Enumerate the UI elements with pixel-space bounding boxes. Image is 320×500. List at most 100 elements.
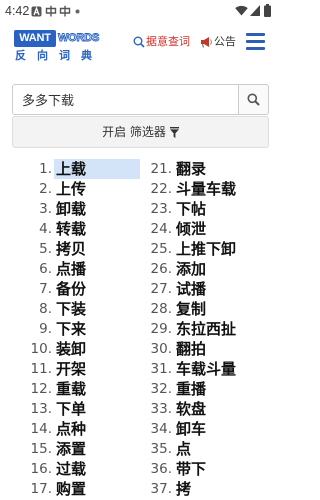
result-word[interactable]: 车载斗量 [174, 359, 271, 379]
notice-link[interactable]: 公告 [200, 35, 236, 49]
result-item[interactable]: 35. 点 [142, 439, 271, 459]
result-item[interactable]: 29. 东拉西扯 [142, 319, 271, 339]
a-icon [31, 6, 42, 17]
result-item[interactable]: 12. 重载 [22, 379, 140, 399]
result-word[interactable]: 添加 [174, 259, 271, 279]
search-input[interactable] [12, 84, 239, 115]
result-item[interactable]: 1. 上载 [22, 159, 140, 179]
result-item[interactable]: 8. 下装 [22, 299, 140, 319]
result-word[interactable]: 过载 [54, 459, 140, 479]
result-word[interactable]: 软盘 [174, 399, 271, 419]
result-word[interactable]: 备份 [54, 279, 140, 299]
search-icon [133, 36, 145, 48]
filter-toggle[interactable]: 开启 筛选器 [12, 116, 269, 148]
result-word[interactable]: 下装 [54, 299, 140, 319]
result-word[interactable]: 重载 [54, 379, 140, 399]
logo-subtitle: 反向词典 [15, 49, 103, 62]
result-item[interactable]: 37. 拷 [142, 479, 271, 499]
result-item[interactable]: 27. 试播 [142, 279, 271, 299]
result-item[interactable]: 25. 上推下卸 [142, 239, 271, 259]
result-item[interactable]: 11. 开架 [22, 359, 140, 379]
result-word[interactable]: 试播 [174, 279, 271, 299]
site-logo[interactable]: WANT WORDS 反向词典 [14, 30, 110, 64]
result-word[interactable]: 拷 [174, 479, 271, 499]
result-item[interactable]: 6. 点播 [22, 259, 140, 279]
result-rank: 25. [150, 241, 172, 257]
result-rank: 9. [39, 321, 52, 337]
result-word[interactable]: 卸载 [54, 199, 140, 219]
result-rank: 3. [39, 201, 52, 217]
result-item[interactable]: 24. 倾泄 [142, 219, 271, 239]
signal-icon [250, 5, 260, 16]
result-word[interactable]: 上推下卸 [174, 239, 271, 259]
result-word[interactable]: 添置 [54, 439, 140, 459]
result-word[interactable]: 下来 [54, 319, 140, 339]
result-rank: 1. [39, 161, 52, 177]
result-item[interactable]: 34. 卸车 [142, 419, 271, 439]
result-item[interactable]: 22. 斗量车载 [142, 179, 271, 199]
result-word[interactable]: 点 [174, 439, 271, 459]
result-word[interactable]: 转载 [54, 219, 140, 239]
status-time: 4:42 [5, 4, 30, 18]
result-word[interactable]: 重播 [174, 379, 271, 399]
result-word[interactable]: 拷贝 [54, 239, 140, 259]
result-word[interactable]: 翻拍 [174, 339, 271, 359]
result-word[interactable]: 带下 [174, 459, 271, 479]
result-word[interactable]: 东拉西扯 [174, 319, 271, 339]
result-word[interactable]: 购置 [54, 479, 140, 499]
result-word[interactable]: 倾泄 [174, 219, 271, 239]
result-item[interactable]: 4. 转载 [22, 219, 140, 239]
result-word[interactable]: 上载 [54, 159, 140, 179]
result-word[interactable]: 斗量车载 [174, 179, 271, 199]
result-rank: 26. [150, 261, 172, 277]
result-item[interactable]: 13. 下单 [22, 399, 140, 419]
result-item[interactable]: 16. 过载 [22, 459, 140, 479]
result-word[interactable]: 复制 [174, 299, 271, 319]
site-header: WANT WORDS 反向词典 据意查词 公告 [0, 24, 281, 70]
result-word[interactable]: 装卸 [54, 339, 140, 359]
result-word[interactable]: 下帖 [174, 199, 271, 219]
status-bar: 4:42 [0, 0, 281, 24]
result-item[interactable]: 26. 添加 [142, 259, 271, 279]
result-rank: 35. [150, 441, 172, 457]
result-item[interactable]: 5. 拷贝 [22, 239, 140, 259]
result-rank: 31. [150, 361, 172, 377]
result-item[interactable]: 21. 翻录 [142, 159, 271, 179]
battery-icon [264, 4, 271, 17]
result-item[interactable]: 36. 带下 [142, 459, 271, 479]
result-item[interactable]: 3. 卸载 [22, 199, 140, 219]
result-item[interactable]: 33. 软盘 [142, 399, 271, 419]
result-word[interactable]: 点播 [54, 259, 140, 279]
result-rank: 12. [30, 381, 52, 397]
result-word[interactable]: 开架 [54, 359, 140, 379]
result-rank: 24. [150, 221, 172, 237]
hamburger-menu-icon[interactable] [246, 33, 265, 50]
result-rank: 2. [39, 181, 52, 197]
filter-icon [169, 126, 179, 138]
result-item[interactable]: 17. 购置 [22, 479, 140, 499]
result-item[interactable]: 9. 下来 [22, 319, 140, 339]
result-rank: 16. [30, 461, 52, 477]
result-item[interactable]: 32. 重播 [142, 379, 271, 399]
result-item[interactable]: 2. 上传 [22, 179, 140, 199]
result-rank: 17. [30, 481, 52, 497]
result-rank: 32. [150, 381, 172, 397]
result-item[interactable]: 10. 装卸 [22, 339, 140, 359]
result-item[interactable]: 30. 翻拍 [142, 339, 271, 359]
result-item[interactable]: 28. 复制 [142, 299, 271, 319]
result-word[interactable]: 卸车 [174, 419, 271, 439]
result-item[interactable]: 7. 备份 [22, 279, 140, 299]
result-item[interactable]: 23. 下帖 [142, 199, 271, 219]
result-word[interactable]: 翻录 [174, 159, 271, 179]
result-word[interactable]: 上传 [54, 179, 140, 199]
search-button[interactable] [238, 84, 269, 115]
result-word[interactable]: 点种 [54, 419, 140, 439]
logo-want: WANT [14, 30, 56, 47]
result-word[interactable]: 下单 [54, 399, 140, 419]
result-item[interactable]: 14. 点种 [22, 419, 140, 439]
result-rank: 23. [150, 201, 172, 217]
search-by-meaning-link[interactable]: 据意查词 [133, 35, 190, 49]
result-item[interactable]: 15. 添置 [22, 439, 140, 459]
result-rank: 13. [30, 401, 52, 417]
result-item[interactable]: 31. 车载斗量 [142, 359, 271, 379]
